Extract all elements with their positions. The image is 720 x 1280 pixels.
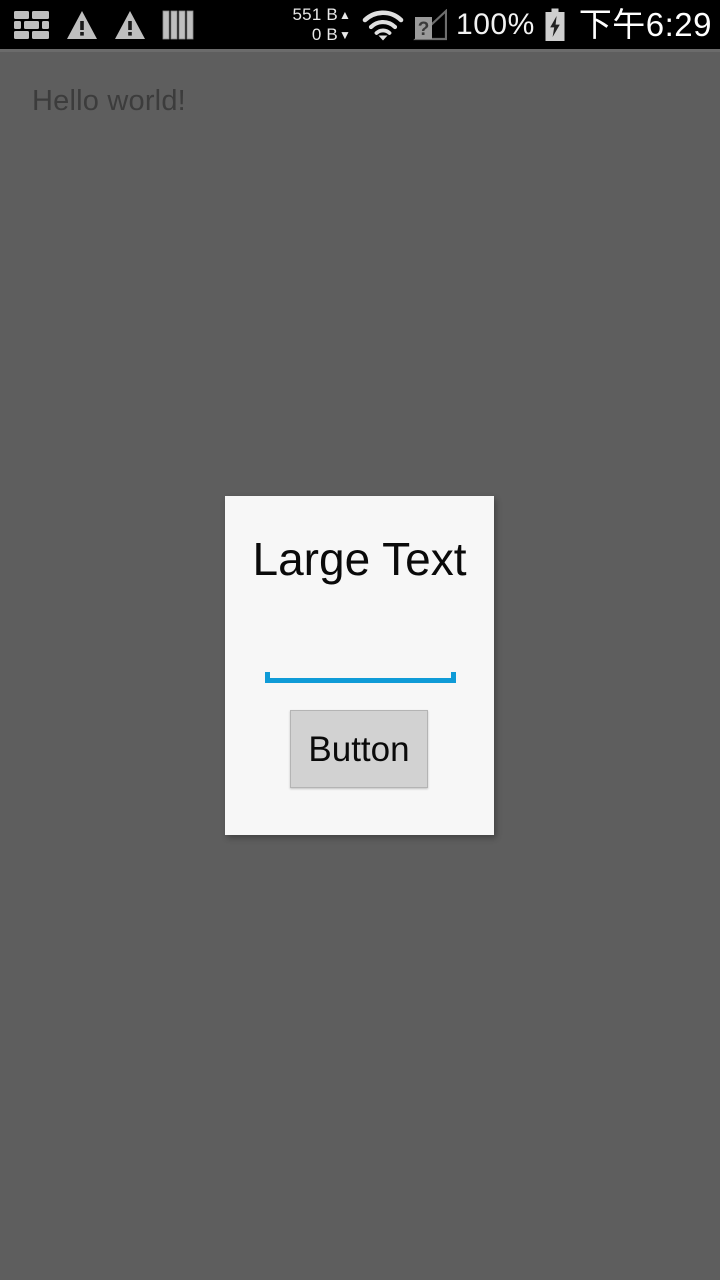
battery-charging-icon xyxy=(544,8,566,42)
mobile-signal-unknown-icon: ? xyxy=(413,7,448,41)
status-bar-left-icons xyxy=(14,10,194,40)
text-input-field[interactable] xyxy=(265,646,456,683)
battery-percent-label: 100% xyxy=(456,7,535,41)
wifi-icon xyxy=(362,9,404,41)
app-content-area: Hello world! Large Text Button xyxy=(0,52,720,1280)
warning-triangle-icon-2 xyxy=(114,10,146,40)
dialog-title: Large Text xyxy=(252,533,467,585)
text-input-underline xyxy=(265,672,456,683)
vertical-bars-icon xyxy=(162,10,194,40)
dialog-card: Large Text Button xyxy=(225,496,494,835)
traffic-upload-value: 551 B xyxy=(292,4,338,24)
svg-text:?: ? xyxy=(418,19,430,40)
status-bar[interactable]: 551 B ▲ 0 B ▼ ? 100% 下午6:29 xyxy=(0,0,720,49)
traffic-upload-row: 551 B ▲ xyxy=(293,5,352,25)
hello-world-label: Hello world! xyxy=(32,85,186,117)
brick-wall-icon xyxy=(14,10,50,40)
status-bar-clock: 下午6:29 xyxy=(578,6,712,43)
status-bar-divider xyxy=(0,49,720,52)
status-bar-right-cluster: 551 B ▲ 0 B ▼ ? 100% 下午6:29 xyxy=(293,5,712,45)
traffic-upload-arrow-icon: ▲ xyxy=(338,7,352,22)
warning-triangle-icon-1 xyxy=(66,10,98,40)
traffic-download-row: 0 B ▼ xyxy=(312,25,351,45)
dialog-action-button[interactable]: Button xyxy=(290,710,428,788)
traffic-download-value: 0 B xyxy=(311,24,338,44)
network-traffic-meter: 551 B ▲ 0 B ▼ xyxy=(293,5,352,45)
traffic-download-arrow-icon: ▼ xyxy=(338,27,352,42)
